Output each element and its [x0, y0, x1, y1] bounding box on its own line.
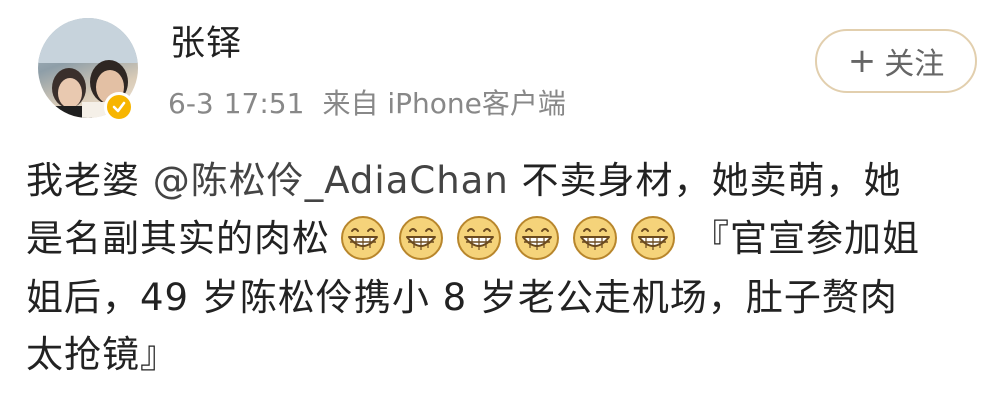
post-text-1: 我老婆 — [26, 159, 153, 202]
post-line-1: 我老婆 @陈松伶_AdiaChan 不卖身材，她卖萌，她 — [26, 152, 976, 210]
post-header: 张铎 6-3 17:51 来自 iPhone客户端 + 关注 — [0, 0, 1000, 140]
post-date: 6-3 — [168, 87, 214, 120]
post-text-3: 是名副其实的肉松 — [26, 216, 330, 260]
verified-badge-icon — [104, 92, 134, 122]
post-line-2: 是名副其实的肉松 『官宣参加姐 — [26, 210, 976, 269]
post-meta: 6-3 17:51 来自 iPhone客户端 — [168, 84, 566, 124]
follow-button[interactable]: + 关注 — [815, 29, 977, 93]
grinning-face-icon — [456, 215, 502, 261]
post-time: 17:51 — [223, 87, 305, 120]
mention-link[interactable]: @陈松伶_AdiaChan — [153, 159, 509, 202]
post-line-3: 姐后，49 岁陈松伶携小 8 岁老公走机场，肚子赘肉 — [26, 275, 898, 319]
plus-icon: + — [847, 41, 877, 81]
post-text-4: 『官宣参加姐 — [692, 216, 920, 260]
post-source[interactable]: 来自 iPhone客户端 — [322, 87, 565, 120]
grinning-face-icon — [514, 215, 560, 261]
post-text-2: 不卖身材，她卖萌，她 — [508, 159, 902, 202]
grinning-face-icon — [630, 215, 676, 261]
grinning-face-icon — [340, 215, 386, 261]
post-line-4: 太抢镜』 — [26, 333, 178, 377]
post-content: 我老婆 @陈松伶_AdiaChan 不卖身材，她卖萌，她 是名副其实的肉松 『官宣… — [26, 152, 976, 384]
emoji-group — [340, 211, 688, 269]
grinning-face-icon — [398, 215, 444, 261]
follow-button-label: 关注 — [884, 47, 945, 82]
grinning-face-icon — [572, 215, 618, 261]
author-name[interactable]: 张铎 — [170, 22, 242, 66]
